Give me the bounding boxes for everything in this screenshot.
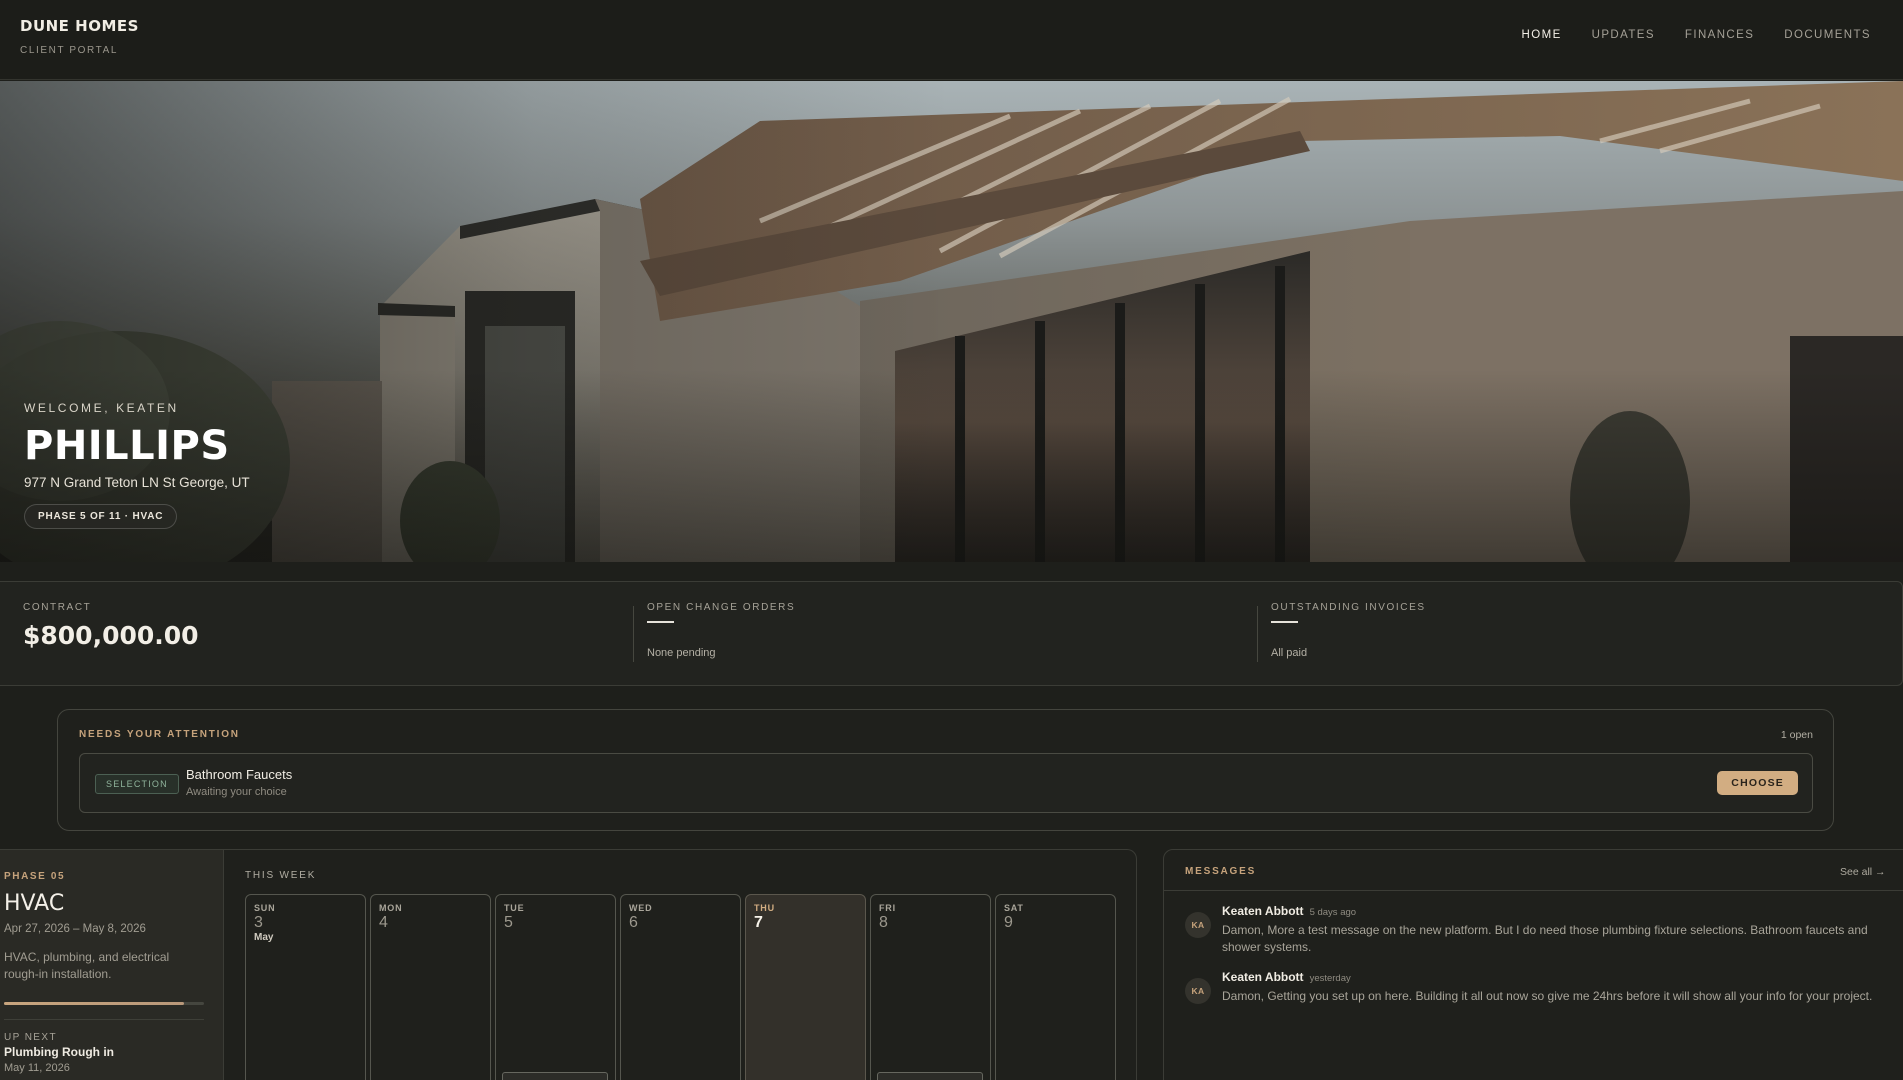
brand-name: DUNE HOMES xyxy=(20,17,139,35)
day-number: 6 xyxy=(629,914,638,931)
selection-badge: SELECTION xyxy=(95,774,179,794)
phase-description: HVAC, plumbing, and electrical rough-in … xyxy=(4,950,170,981)
current-phase-card: PHASE 05 HVAC Apr 27, 2026 – May 8, 2026… xyxy=(0,850,224,1080)
brand-subtitle: CLIENT PORTAL xyxy=(20,45,119,56)
stats-bar: CONTRACT $800,000.00 OPEN CHANGE ORDERS … xyxy=(0,581,1903,686)
day-number: 3 xyxy=(254,914,263,931)
phase-progress-fill xyxy=(4,1002,184,1005)
message-time: 5 days ago xyxy=(1309,907,1357,918)
nav-updates[interactable]: UPDATES xyxy=(1592,29,1655,41)
brand[interactable]: DUNE HOMES CLIENT PORTAL xyxy=(20,17,139,56)
phase-dates: Apr 27, 2026 – May 8, 2026 xyxy=(4,923,146,935)
day-name: SUN xyxy=(254,903,276,913)
messages-label: MESSAGES xyxy=(1185,866,1257,877)
calendar-day-sat[interactable]: SAT 9 xyxy=(995,894,1116,1080)
day-number: 7 xyxy=(754,914,763,931)
hero-overlay xyxy=(0,81,1903,562)
avatar: KA xyxy=(1185,912,1211,938)
empty-value-dash xyxy=(647,621,674,623)
main-nav: HOME UPDATES FINANCES DOCUMENTS xyxy=(1522,29,1871,41)
messages-header: MESSAGES See all → xyxy=(1164,850,1903,891)
message-author: Keaten Abbott 5 days ago xyxy=(1222,904,1356,918)
calendar-day-thu[interactable]: THU 7 xyxy=(745,894,866,1080)
stat-contract: CONTRACT $800,000.00 xyxy=(23,602,199,650)
message-time: yesterday xyxy=(1309,973,1351,984)
contract-value: $800,000.00 xyxy=(23,621,199,650)
calendar-day-mon[interactable]: MON 4 xyxy=(370,894,491,1080)
day-number: 5 xyxy=(504,914,513,931)
up-next-date: May 11, 2026 xyxy=(4,1062,70,1074)
stat-label: CONTRACT xyxy=(23,602,92,613)
attention-count: 1 open xyxy=(1780,729,1813,741)
phase-number: PHASE 05 xyxy=(4,871,66,882)
author-name: Keaten Abbott xyxy=(1222,970,1304,984)
day-name: WED xyxy=(629,903,653,913)
this-week-label: THIS WEEK xyxy=(245,870,317,881)
day-name: MON xyxy=(379,903,403,913)
nav-home[interactable]: HOME xyxy=(1522,29,1562,41)
phase-divider xyxy=(4,1019,204,1020)
attention-panel: NEEDS YOUR ATTENTION 1 open SELECTION Ba… xyxy=(57,709,1834,831)
phase-badge: PHASE 5 OF 11 · HVAC xyxy=(24,504,178,529)
phase-week-panel: PHASE 05 HVAC Apr 27, 2026 – May 8, 2026… xyxy=(0,849,1137,1080)
see-all-link[interactable]: See all → xyxy=(1840,866,1886,878)
calendar-day-wed[interactable]: WED 6 xyxy=(620,894,741,1080)
attention-label: NEEDS YOUR ATTENTION xyxy=(79,729,240,740)
nav-finances[interactable]: FINANCES xyxy=(1685,29,1754,41)
day-number: 4 xyxy=(379,914,388,931)
day-month: May xyxy=(254,932,274,943)
stat-note: None pending xyxy=(647,647,716,659)
stat-label: OPEN CHANGE ORDERS xyxy=(647,602,796,613)
project-title: PHILLIPS xyxy=(24,423,230,469)
phase-progress-bar xyxy=(4,1002,204,1005)
empty-value-dash xyxy=(1271,621,1298,623)
up-next-label: UP NEXT xyxy=(4,1032,57,1043)
calendar-event-chip[interactable] xyxy=(877,1072,983,1080)
welcome-text: WELCOME, KEATEN xyxy=(24,401,179,415)
calendar-event-chip[interactable] xyxy=(502,1072,608,1080)
day-number: 8 xyxy=(879,914,888,931)
stat-divider xyxy=(633,606,634,662)
day-name: TUE xyxy=(504,903,525,913)
messages-panel: MESSAGES See all → KA Keaten Abbott 5 day… xyxy=(1163,849,1903,1080)
attention-item-title: Bathroom Faucets xyxy=(186,767,293,782)
day-name: THU xyxy=(754,903,775,913)
day-number: 9 xyxy=(1004,914,1013,931)
top-bar: DUNE HOMES CLIENT PORTAL HOME UPDATES FI… xyxy=(0,0,1903,80)
calendar-day-tue[interactable]: TUE 5 xyxy=(495,894,616,1080)
project-address: 977 N Grand Teton LN St George, UT xyxy=(24,475,250,490)
stat-note: All paid xyxy=(1271,647,1308,659)
day-name: FRI xyxy=(879,903,896,913)
stat-label: OUTSTANDING INVOICES xyxy=(1271,602,1426,613)
attention-item[interactable]: SELECTION Bathroom Faucets Awaiting your… xyxy=(79,753,1813,813)
hero-banner: WELCOME, KEATEN PHILLIPS 977 N Grand Tet… xyxy=(0,81,1903,562)
nav-documents[interactable]: DOCUMENTS xyxy=(1784,29,1871,41)
message-body: Damon, Getting you set up on here. Build… xyxy=(1222,989,1873,1003)
avatar: KA xyxy=(1185,978,1211,1004)
message-author: Keaten Abbott yesterday xyxy=(1222,970,1351,984)
attention-item-subtitle: Awaiting your choice xyxy=(186,786,287,798)
calendar-day-fri[interactable]: FRI 8 xyxy=(870,894,991,1080)
day-name: SAT xyxy=(1004,903,1024,913)
message-body: Damon, More a test message on the new pl… xyxy=(1222,923,1868,954)
hero-text: WELCOME, KEATEN PHILLIPS 977 N Grand Tet… xyxy=(24,401,250,529)
phase-name: HVAC xyxy=(4,891,65,916)
up-next-title: Plumbing Rough in xyxy=(4,1045,114,1059)
choose-button[interactable]: CHOOSE xyxy=(1717,771,1798,795)
calendar-day-sun[interactable]: SUN 3 May xyxy=(245,894,366,1080)
stat-change-orders[interactable]: OPEN CHANGE ORDERS None pending xyxy=(647,602,795,659)
stat-divider xyxy=(1257,606,1258,662)
stat-invoices[interactable]: OUTSTANDING INVOICES All paid xyxy=(1271,602,1426,659)
author-name: Keaten Abbott xyxy=(1222,904,1304,918)
